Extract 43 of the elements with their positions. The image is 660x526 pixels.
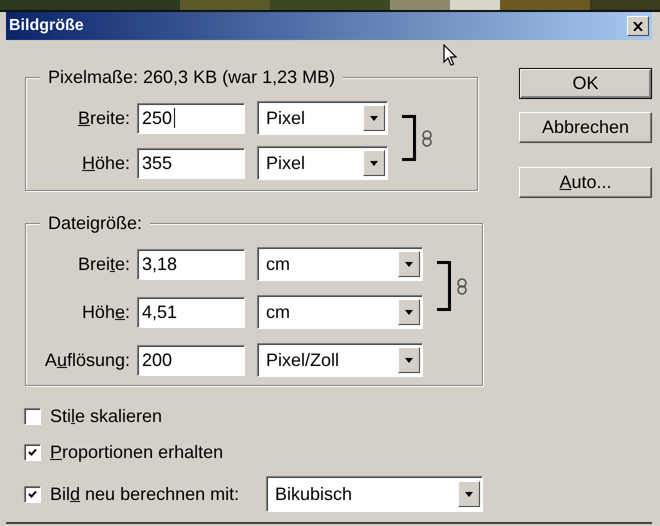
link-bracket (437, 261, 451, 311)
close-icon (633, 22, 643, 30)
checkbox[interactable] (24, 444, 41, 460)
dialog-button[interactable]: OK (519, 68, 652, 99)
field-label: Auflösung: (44, 350, 131, 370)
checkbox[interactable] (24, 408, 41, 424)
unit-dropdown[interactable]: cm (257, 295, 423, 329)
dropdown-arrow-icon (465, 492, 473, 496)
group-legend: Dateigröße: (40, 213, 150, 234)
check-icon (28, 448, 37, 456)
input-field[interactable]: 355 (137, 148, 245, 178)
input-field[interactable]: 4,51 (137, 296, 245, 328)
dropdown-arrow-icon (370, 160, 378, 166)
unit-dropdown[interactable]: Pixel (257, 146, 388, 180)
dropdown-arrow-icon (405, 310, 413, 314)
chain-link-icon (457, 278, 467, 294)
dropdown-arrow-icon (370, 116, 378, 120)
unit-dropdown[interactable]: Pixel/Zoll (257, 343, 423, 377)
dropdown-arrow-icon (405, 358, 413, 362)
resample-dropdown[interactable]: Bikubisch (266, 476, 483, 512)
dialog-button[interactable]: Abbrechen (519, 112, 652, 143)
close-button[interactable] (627, 16, 649, 36)
group-legend: Pixelmaße: 260,3 KB (war 1,23 MB) (40, 67, 344, 88)
checkbox-label[interactable]: Bild neu berechnen mit: (50, 484, 240, 504)
mouse-pointer-icon (443, 44, 457, 66)
unit-dropdown[interactable]: cm (257, 247, 423, 281)
field-label: Höhe: (80, 152, 131, 174)
checkbox[interactable] (24, 486, 41, 502)
input-field[interactable]: 3,18 (137, 248, 245, 280)
checkbox-label[interactable]: Stile skalieren (50, 406, 162, 426)
check-icon (28, 490, 37, 498)
window-title: Bildgröße (9, 17, 84, 35)
unit-dropdown[interactable]: Pixel (257, 101, 388, 135)
dialog-button[interactable]: Auto... (519, 167, 652, 198)
input-field[interactable]: 250 (137, 102, 245, 134)
field-label: Breite: (76, 254, 131, 274)
field-label: Breite: (76, 108, 131, 128)
input-field[interactable]: 200 (137, 344, 245, 376)
link-bracket (402, 115, 416, 161)
field-label: Höhe: (80, 302, 131, 322)
chain-link-icon (422, 130, 432, 146)
dropdown-arrow-icon (405, 262, 413, 266)
checkbox-label[interactable]: Proportionen erhalten (50, 442, 224, 462)
